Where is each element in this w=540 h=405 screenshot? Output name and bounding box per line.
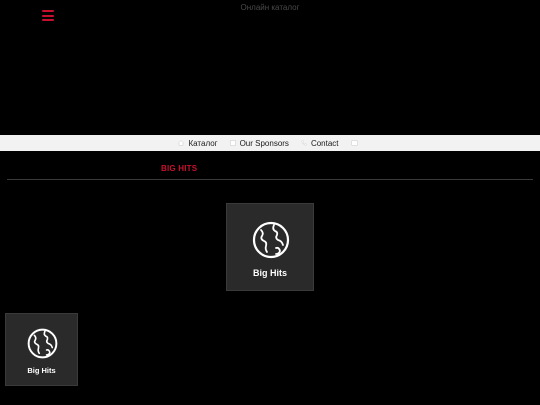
header: Онлайн каталог — [0, 0, 540, 135]
extra-icon — [350, 140, 358, 146]
nav-item-label: Каталог — [188, 138, 218, 148]
category-tile[interactable]: Big Hits — [5, 313, 78, 386]
globe-icon — [252, 221, 290, 264]
sponsor-icon — [229, 140, 236, 146]
home-icon — [178, 140, 185, 146]
divider — [7, 179, 533, 180]
category-tile[interactable]: Big Hits — [226, 203, 314, 291]
site-title: Онлайн каталог — [240, 3, 300, 12]
nav-item-catalog[interactable]: Каталог — [178, 138, 218, 148]
phone-icon — [301, 140, 307, 146]
tile-label: Big Hits — [27, 366, 56, 375]
nav-item-label: Contact — [310, 138, 339, 148]
tile-label: Big Hits — [252, 268, 287, 278]
page: Онлайн каталог Каталог Our Sponsors Cont… — [0, 0, 540, 405]
globe-icon — [27, 328, 58, 364]
nav-item-contact[interactable]: Contact — [301, 139, 339, 148]
nav-item-sponsors[interactable]: Our Sponsors — [229, 138, 289, 148]
nav-bar: Каталог Our Sponsors Contact — [0, 135, 540, 151]
nav-item-label: Our Sponsors — [239, 138, 289, 148]
nav-item-extra[interactable] — [350, 140, 362, 146]
section-title: BIG HITS — [161, 164, 198, 173]
